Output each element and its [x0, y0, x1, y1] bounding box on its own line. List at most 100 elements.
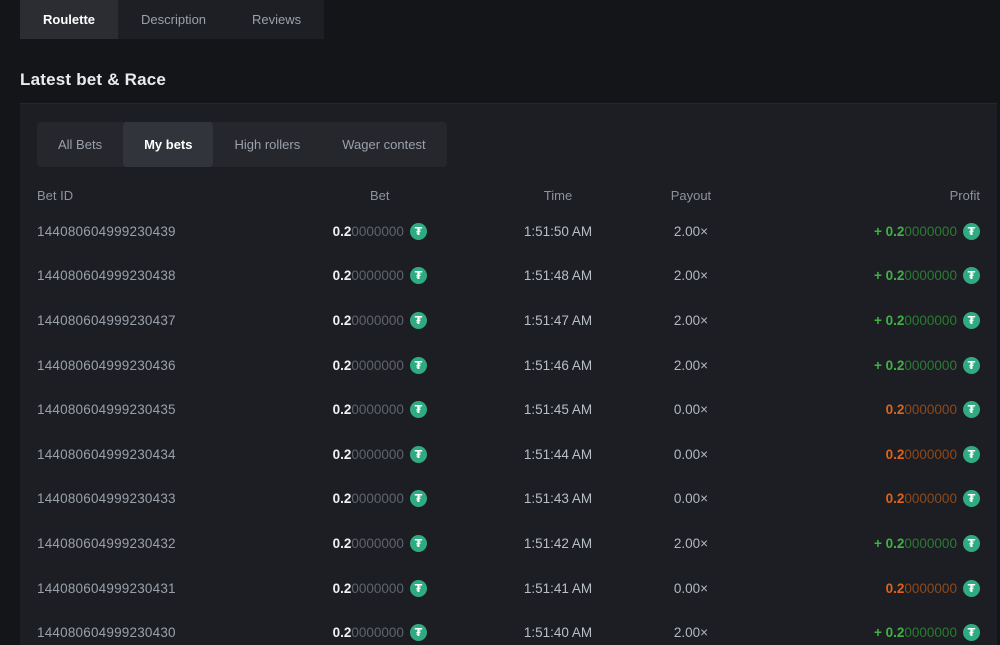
tether-icon: ₮	[963, 312, 980, 329]
bet-profit: + 0.20000000₮	[758, 267, 980, 284]
bet-profit: 0.20000000₮	[758, 446, 980, 463]
tether-icon: ₮	[410, 357, 427, 374]
bet-time: 1:51:44 AM	[492, 447, 623, 462]
bet-id: 144080604999230438	[37, 268, 267, 283]
bet-payout: 2.00×	[624, 536, 759, 551]
bet-time: 1:51:42 AM	[492, 536, 623, 551]
column-header-bet-id: Bet ID	[37, 188, 267, 203]
bet-time: 1:51:40 AM	[492, 625, 623, 640]
bet-payout: 2.00×	[624, 268, 759, 283]
column-header-payout: Payout	[624, 188, 759, 203]
tether-icon: ₮	[963, 580, 980, 597]
bets-table: Bet IDBetTimePayoutProfit 14408060499923…	[37, 181, 980, 645]
bet-payout: 0.00×	[624, 491, 759, 506]
bet-profit: 0.20000000₮	[758, 490, 980, 507]
bet-payout: 0.00×	[624, 447, 759, 462]
column-header-time: Time	[492, 188, 623, 203]
bet-payout: 0.00×	[624, 581, 759, 596]
bet-payout: 2.00×	[624, 358, 759, 373]
tether-icon: ₮	[963, 624, 980, 641]
tether-icon: ₮	[410, 490, 427, 507]
bet-id: 144080604999230435	[37, 402, 267, 417]
bet-amount: 0.20000000₮	[267, 490, 492, 507]
bet-id: 144080604999230437	[37, 313, 267, 328]
filter-tab-all-bets[interactable]: All Bets	[37, 122, 123, 167]
bet-amount: 0.20000000₮	[267, 446, 492, 463]
tether-icon: ₮	[410, 580, 427, 597]
table-row[interactable]: 1440806049992304390.20000000₮1:51:50 AM2…	[37, 209, 980, 254]
game-tabs: RouletteDescriptionReviews	[20, 0, 324, 39]
bet-amount: 0.20000000₮	[267, 357, 492, 374]
bet-profit: 0.20000000₮	[758, 401, 980, 418]
bet-time: 1:51:43 AM	[492, 491, 623, 506]
bet-payout: 2.00×	[624, 313, 759, 328]
tether-icon: ₮	[963, 490, 980, 507]
latest-bets-panel: All BetsMy betsHigh rollersWager contest…	[20, 103, 997, 645]
game-tab-roulette[interactable]: Roulette	[20, 0, 118, 39]
tether-icon: ₮	[410, 401, 427, 418]
table-row[interactable]: 1440806049992304300.20000000₮1:51:40 AM2…	[37, 610, 980, 645]
bet-time: 1:51:41 AM	[492, 581, 623, 596]
game-tab-reviews[interactable]: Reviews	[229, 0, 324, 39]
table-body: 1440806049992304390.20000000₮1:51:50 AM2…	[37, 209, 980, 645]
tether-icon: ₮	[963, 446, 980, 463]
bet-amount: 0.20000000₮	[267, 223, 492, 240]
tether-icon: ₮	[410, 223, 427, 240]
table-row[interactable]: 1440806049992304370.20000000₮1:51:47 AM2…	[37, 298, 980, 343]
bet-profit: + 0.20000000₮	[758, 223, 980, 240]
table-header: Bet IDBetTimePayoutProfit	[37, 181, 980, 209]
column-header-bet: Bet	[267, 188, 492, 203]
bet-profit: + 0.20000000₮	[758, 624, 980, 641]
tether-icon: ₮	[963, 223, 980, 240]
filter-tab-high-rollers[interactable]: High rollers	[213, 122, 321, 167]
tether-icon: ₮	[963, 535, 980, 552]
bet-profit: 0.20000000₮	[758, 580, 980, 597]
bet-id: 144080604999230432	[37, 536, 267, 551]
bet-profit: + 0.20000000₮	[758, 312, 980, 329]
bet-time: 1:51:50 AM	[492, 224, 623, 239]
tether-icon: ₮	[410, 267, 427, 284]
bet-id: 144080604999230431	[37, 581, 267, 596]
column-header-profit: Profit	[758, 188, 980, 203]
tether-icon: ₮	[410, 312, 427, 329]
table-row[interactable]: 1440806049992304380.20000000₮1:51:48 AM2…	[37, 254, 980, 299]
page: RouletteDescriptionReviews Latest bet & …	[0, 0, 1000, 645]
bet-id: 144080604999230439	[37, 224, 267, 239]
table-row[interactable]: 1440806049992304360.20000000₮1:51:46 AM2…	[37, 343, 980, 388]
tether-icon: ₮	[963, 401, 980, 418]
tether-icon: ₮	[963, 357, 980, 374]
bet-amount: 0.20000000₮	[267, 580, 492, 597]
bet-id: 144080604999230434	[37, 447, 267, 462]
filter-tab-my-bets[interactable]: My bets	[123, 122, 213, 167]
filter-tab-wager-contest[interactable]: Wager contest	[321, 122, 446, 167]
tether-icon: ₮	[410, 446, 427, 463]
tether-icon: ₮	[410, 624, 427, 641]
bet-time: 1:51:45 AM	[492, 402, 623, 417]
bet-time: 1:51:48 AM	[492, 268, 623, 283]
table-row[interactable]: 1440806049992304310.20000000₮1:51:41 AM0…	[37, 566, 980, 611]
bet-profit: + 0.20000000₮	[758, 357, 980, 374]
bet-id: 144080604999230433	[37, 491, 267, 506]
bet-profit: + 0.20000000₮	[758, 535, 980, 552]
bet-time: 1:51:47 AM	[492, 313, 623, 328]
bet-payout: 0.00×	[624, 402, 759, 417]
bet-filter-tabs: All BetsMy betsHigh rollersWager contest	[37, 122, 447, 167]
table-row[interactable]: 1440806049992304350.20000000₮1:51:45 AM0…	[37, 387, 980, 432]
bet-amount: 0.20000000₮	[267, 624, 492, 641]
tether-icon: ₮	[963, 267, 980, 284]
bet-payout: 2.00×	[624, 625, 759, 640]
table-row[interactable]: 1440806049992304330.20000000₮1:51:43 AM0…	[37, 477, 980, 522]
bet-time: 1:51:46 AM	[492, 358, 623, 373]
bet-id: 144080604999230436	[37, 358, 267, 373]
bet-amount: 0.20000000₮	[267, 312, 492, 329]
game-tab-description[interactable]: Description	[118, 0, 229, 39]
table-row[interactable]: 1440806049992304340.20000000₮1:51:44 AM0…	[37, 432, 980, 477]
bet-id: 144080604999230430	[37, 625, 267, 640]
section-title: Latest bet & Race	[20, 69, 1000, 90]
bet-amount: 0.20000000₮	[267, 535, 492, 552]
bet-amount: 0.20000000₮	[267, 401, 492, 418]
bet-payout: 2.00×	[624, 224, 759, 239]
bet-amount: 0.20000000₮	[267, 267, 492, 284]
tether-icon: ₮	[410, 535, 427, 552]
table-row[interactable]: 1440806049992304320.20000000₮1:51:42 AM2…	[37, 521, 980, 566]
